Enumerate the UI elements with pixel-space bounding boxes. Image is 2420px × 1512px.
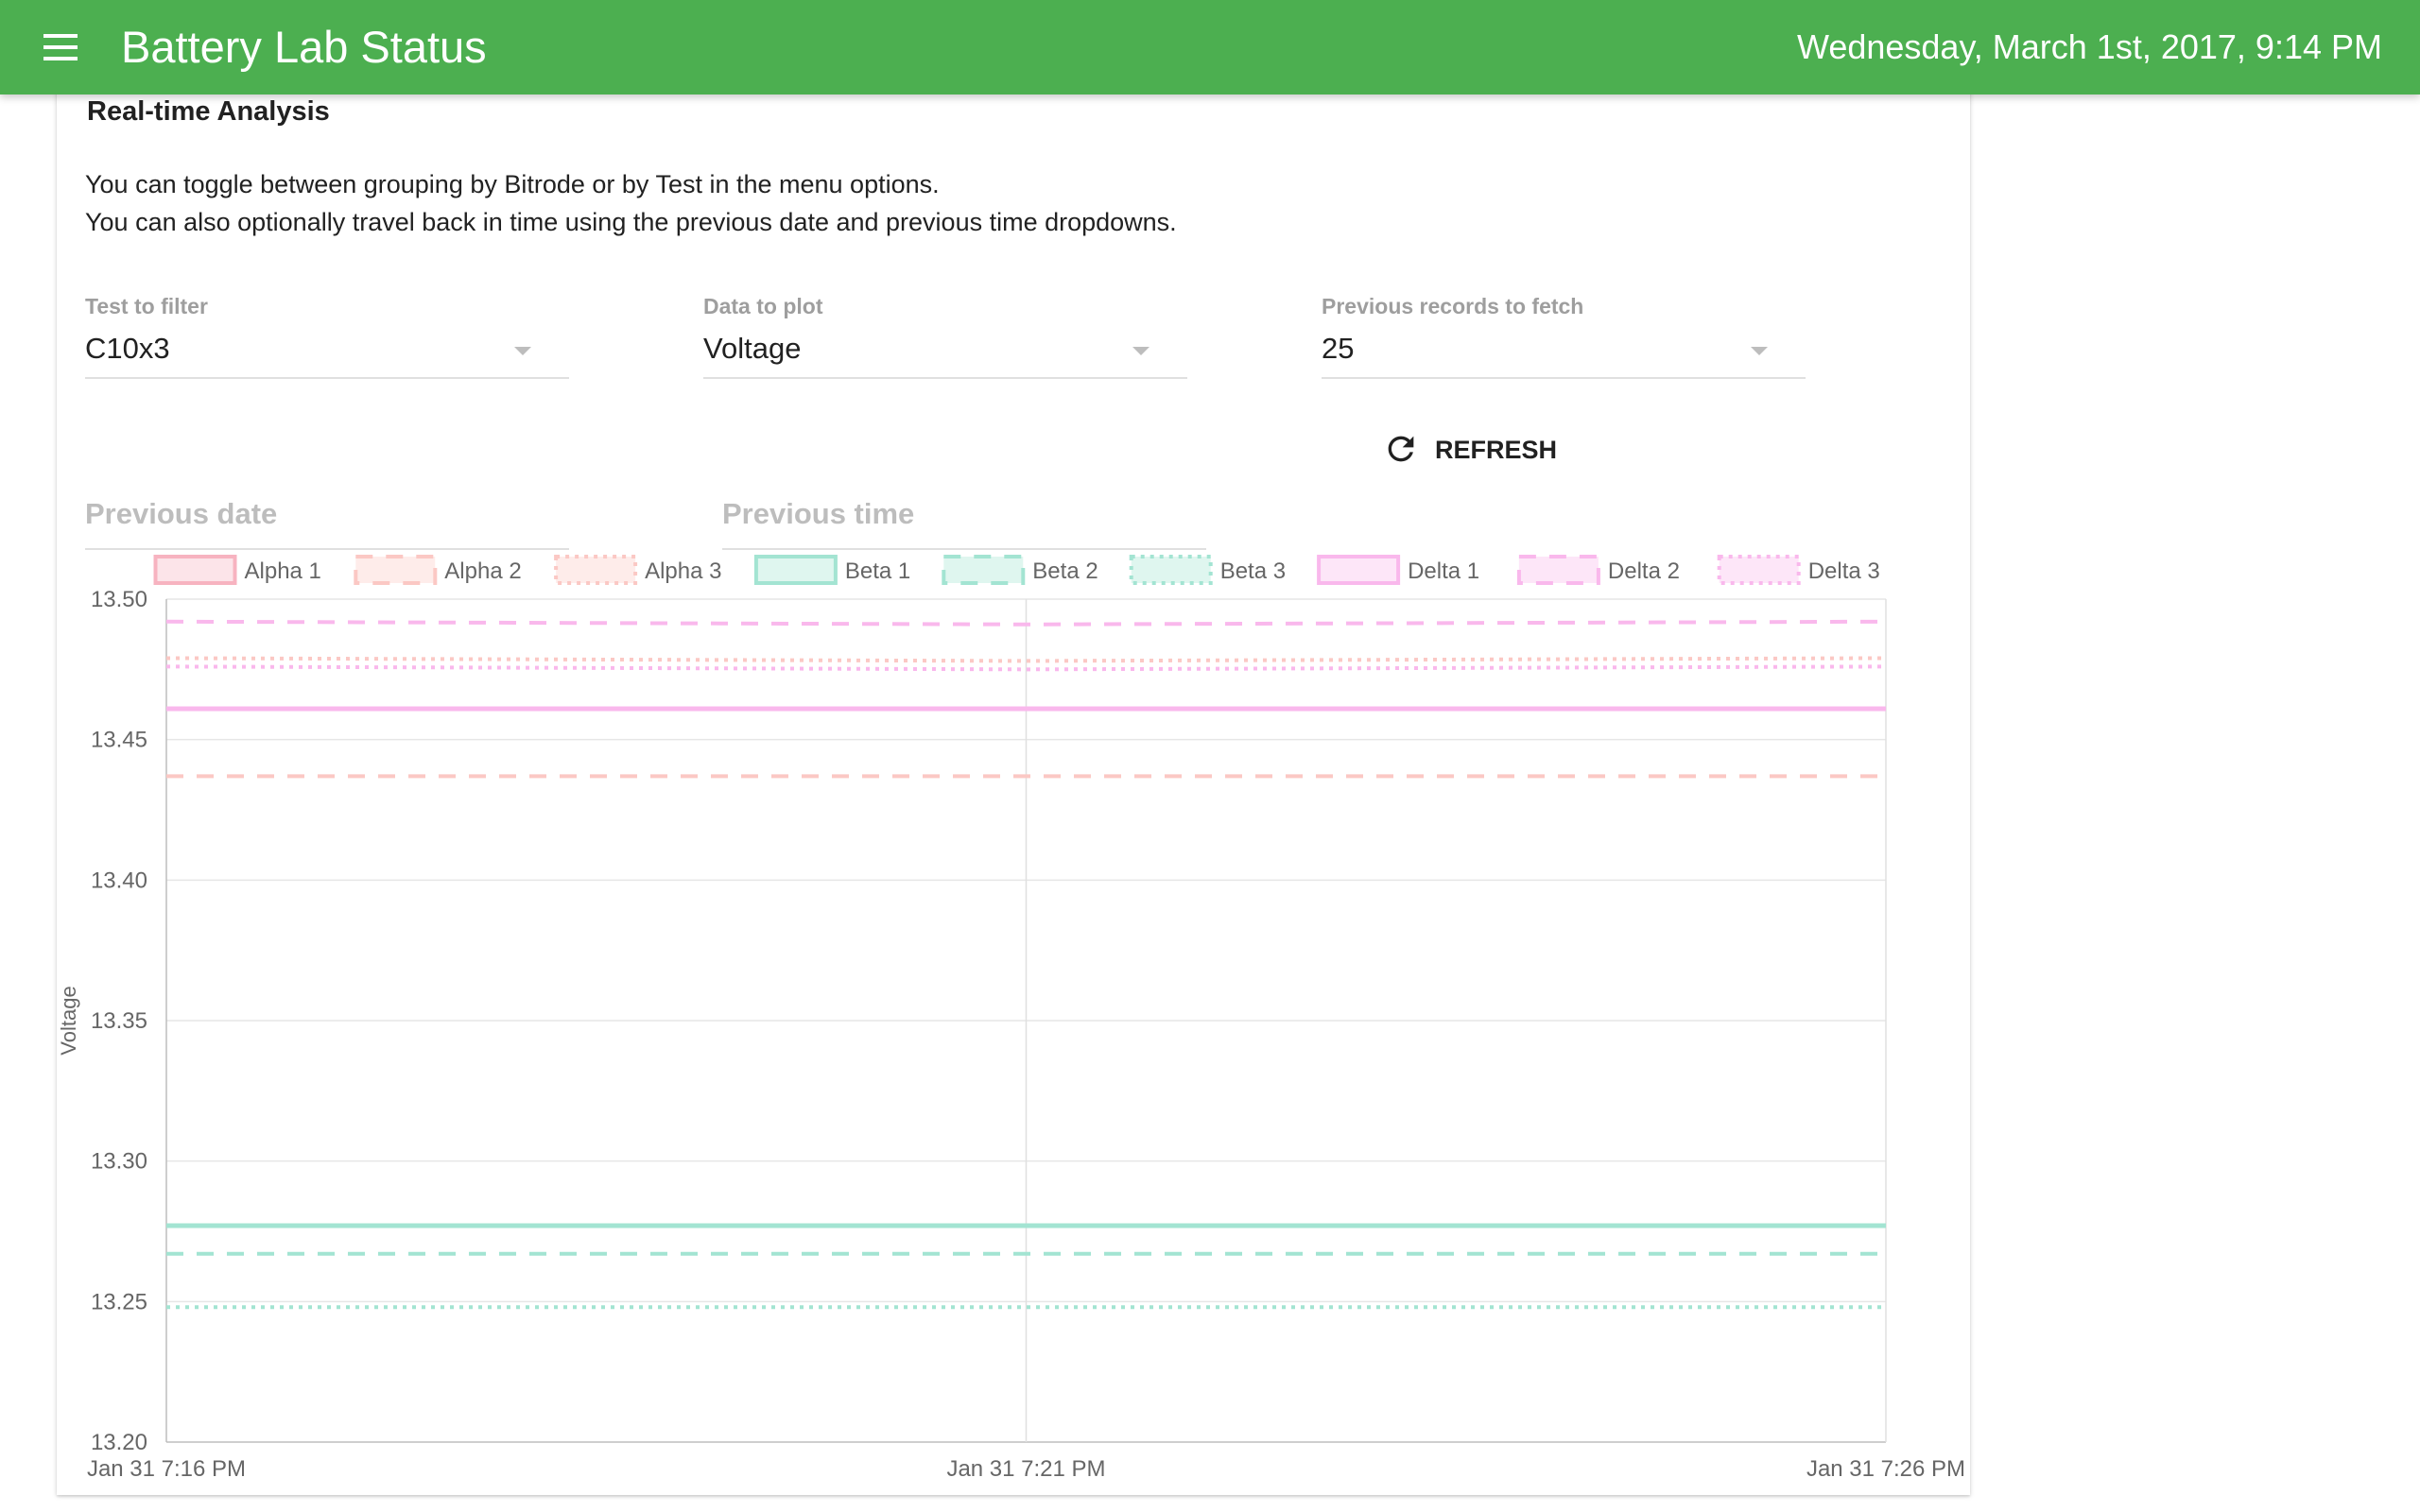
y-axis-title: Voltage xyxy=(57,986,80,1055)
legend-swatch xyxy=(153,555,237,585)
legend-swatch xyxy=(1317,555,1401,585)
legend-label: Alpha 1 xyxy=(245,558,321,584)
legend-swatch xyxy=(753,555,838,585)
menu-bar-line xyxy=(43,34,78,38)
legend-swatch xyxy=(1129,555,1213,585)
app-title: Battery Lab Status xyxy=(121,22,487,72)
y-tick-label: 13.30 xyxy=(91,1149,147,1175)
legend-label: Delta 2 xyxy=(1608,558,1680,584)
legend-swatch xyxy=(1717,555,1801,585)
y-tick-label: 13.40 xyxy=(91,868,147,893)
legend-swatch xyxy=(942,555,1026,585)
legend-label: Beta 2 xyxy=(1032,558,1098,584)
menu-bar-line xyxy=(43,45,78,49)
legend-swatch xyxy=(1516,555,1600,585)
page: Battery Lab Status Wednesday, March 1st,… xyxy=(0,0,2420,1512)
y-tick-label: 13.25 xyxy=(91,1289,147,1314)
analysis-card: Real-time Analysis You can toggle betwee… xyxy=(57,57,1970,1495)
y-tick-label: 13.20 xyxy=(91,1430,147,1455)
legend-label: Beta 1 xyxy=(845,558,910,584)
voltage-line-chart: 13.5013.4513.4013.3513.3013.2513.20Jan 3… xyxy=(57,555,1965,1482)
x-tick-label: Jan 31 7:16 PM xyxy=(87,1456,246,1482)
legend-swatch xyxy=(554,555,638,585)
legend-label: Alpha 3 xyxy=(645,558,721,584)
x-tick-label: Jan 31 7:21 PM xyxy=(946,1456,1105,1482)
legend-label: Delta 1 xyxy=(1408,558,1479,584)
app-bar: Battery Lab Status Wednesday, March 1st,… xyxy=(0,0,2420,94)
x-tick-label: Jan 31 7:26 PM xyxy=(1806,1456,1965,1482)
legend-label: Beta 3 xyxy=(1220,558,1286,584)
legend-label: Delta 3 xyxy=(1808,558,1880,584)
hamburger-menu-icon[interactable] xyxy=(32,25,89,70)
current-datetime: Wednesday, March 1st, 2017, 9:14 PM xyxy=(1797,27,2382,66)
menu-bar-line xyxy=(43,57,78,60)
y-tick-label: 13.45 xyxy=(91,728,147,753)
y-tick-label: 13.50 xyxy=(91,587,147,612)
y-tick-label: 13.35 xyxy=(91,1008,147,1034)
legend-label: Alpha 2 xyxy=(444,558,521,584)
legend-swatch xyxy=(354,555,438,585)
